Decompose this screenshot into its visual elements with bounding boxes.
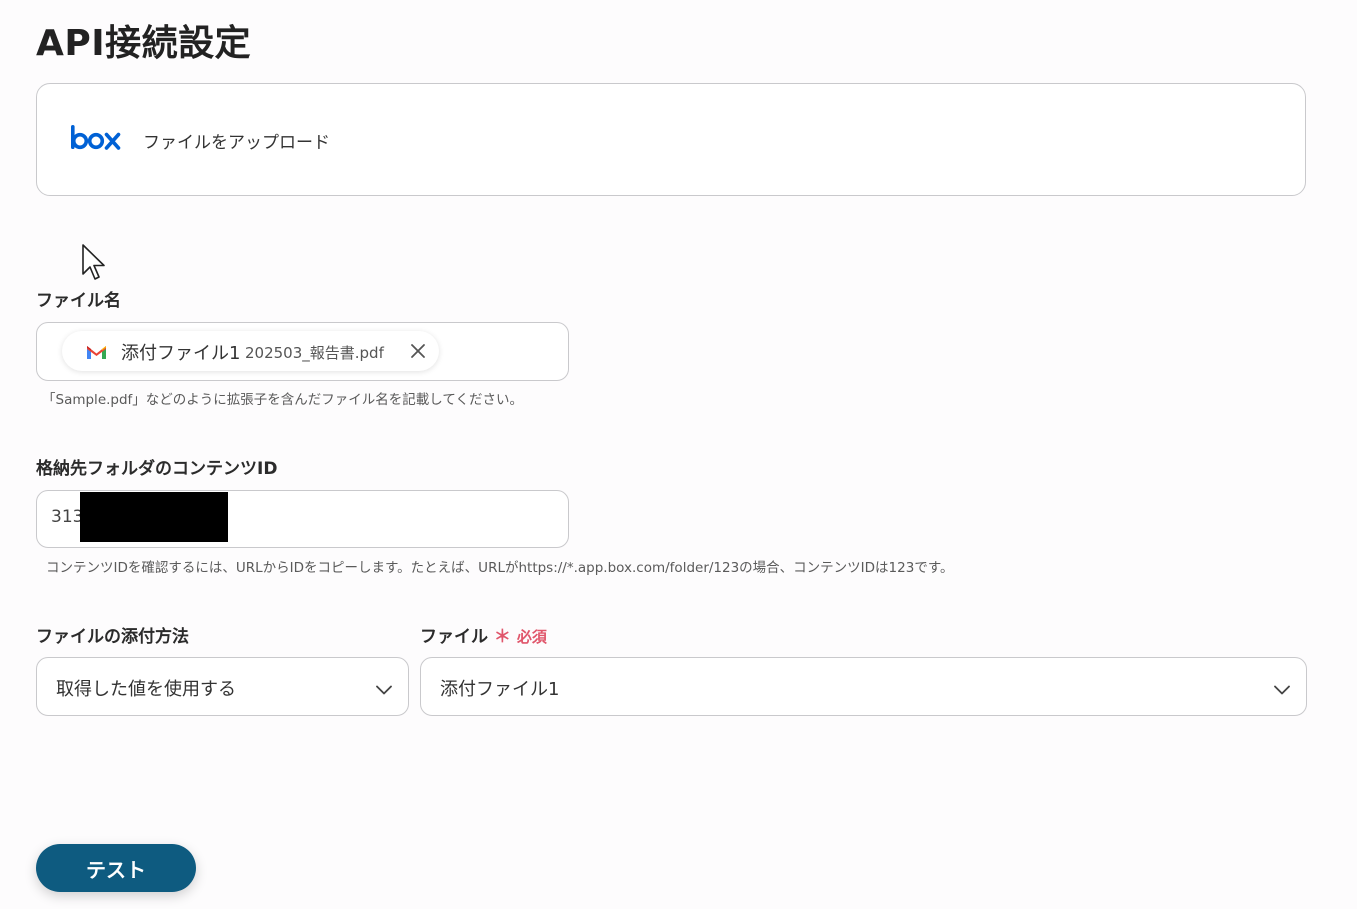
api-settings-page: API接続設定 ファイルをアップロード ファイル名 添付ファイル1 202503… (0, 0, 1357, 909)
chip-value: 202503_報告書.pdf (245, 344, 384, 362)
required-star: ＊ (493, 627, 511, 647)
folder-id-label: 格納先フォルダのコンテンツID (36, 459, 278, 479)
test-button[interactable]: テスト (36, 844, 196, 892)
chevron-down-icon (1274, 685, 1290, 695)
file-name-label: ファイル名 (36, 291, 121, 311)
attach-method-label: ファイルの添付方法 (36, 627, 189, 647)
attach-method-value: 取得した値を使用する (56, 679, 236, 700)
chip-label: 添付ファイル1 (121, 343, 241, 364)
file-label-text: ファイル (420, 627, 488, 647)
gmail-icon (87, 346, 106, 359)
file-select-value: 添付ファイル1 (440, 679, 560, 700)
folder-id-hint: コンテンツIDを確認するには、URLからIDをコピーします。たとえば、URLがh… (46, 560, 954, 576)
file-label: ファイル ＊ 必須 (420, 622, 547, 647)
page-title: API接続設定 (36, 23, 252, 64)
file-name-hint: 「Sample.pdf」などのように拡張子を含んだファイル名を記載してください。 (42, 392, 523, 408)
mouse-cursor-icon (82, 244, 105, 280)
box-logo-icon (71, 125, 121, 150)
app-action-label: ファイルをアップロード (143, 133, 330, 153)
chevron-down-icon (376, 685, 392, 695)
required-text: 必須 (516, 628, 547, 646)
folder-id-value: 313 (51, 507, 84, 527)
redaction-block (80, 492, 228, 542)
close-icon[interactable] (409, 342, 427, 360)
